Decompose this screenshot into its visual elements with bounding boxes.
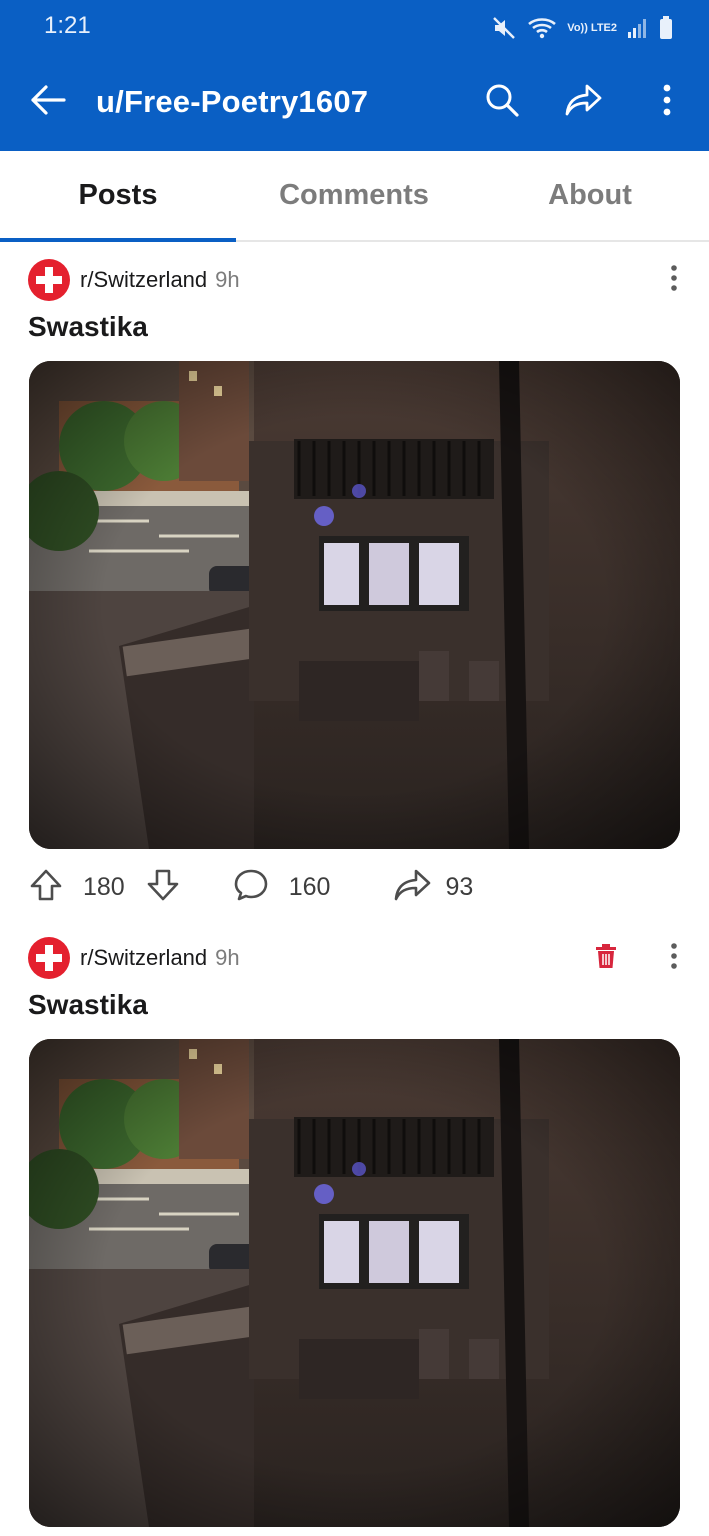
post-more-button[interactable]	[657, 263, 691, 297]
post-title[interactable]: Swastika	[28, 989, 148, 1021]
tab-posts[interactable]: Posts	[0, 151, 236, 242]
trash-icon	[596, 943, 616, 973]
more-vertical-icon	[670, 264, 678, 296]
post-age: 9h	[215, 267, 240, 292]
comment-bubble-icon	[233, 868, 269, 907]
share-icon	[394, 868, 432, 907]
status-icons: Vo)) LTE2	[491, 12, 673, 44]
post-actions: 180 160 93	[28, 863, 473, 911]
search-icon	[484, 82, 520, 123]
battery-icon	[659, 16, 673, 40]
back-button[interactable]	[26, 80, 70, 124]
app-bar: 1:21 Vo)) LTE2 u/Free-Poetry1607	[0, 0, 709, 151]
share-icon	[565, 83, 603, 122]
post-header: r/Switzerland 9h	[28, 937, 240, 979]
upvote-arrow-icon	[29, 868, 63, 907]
downvote-button[interactable]	[145, 868, 181, 907]
overflow-menu-button[interactable]	[645, 80, 689, 124]
status-time: 1:21	[44, 12, 91, 39]
post-image[interactable]	[29, 361, 680, 849]
post-age: 9h	[215, 945, 240, 970]
profile-tabs: Posts Comments About	[0, 151, 709, 242]
share-count: 93	[445, 872, 474, 901]
more-vertical-icon	[662, 84, 672, 121]
downvote-arrow-icon	[146, 868, 180, 907]
search-button[interactable]	[480, 80, 524, 124]
subreddit-name[interactable]: r/Switzerland	[80, 945, 207, 971]
post-title[interactable]: Swastika	[28, 311, 148, 343]
post-image[interactable]	[29, 1039, 680, 1527]
page-title: u/Free-Poetry1607	[96, 84, 369, 119]
comments-button[interactable]: 160	[233, 868, 331, 907]
subreddit-flag-icon[interactable]	[28, 259, 70, 301]
share-profile-button[interactable]	[562, 80, 606, 124]
mute-icon	[491, 15, 517, 41]
back-arrow-icon	[30, 84, 66, 121]
more-vertical-icon	[670, 942, 678, 974]
delete-post-button[interactable]	[589, 941, 623, 975]
tab-about[interactable]: About	[472, 151, 708, 240]
wifi-icon	[527, 16, 557, 40]
share-button[interactable]: 93	[394, 868, 473, 907]
comment-count: 160	[288, 872, 331, 901]
vote-count: 180	[83, 872, 125, 901]
post-more-button[interactable]	[657, 941, 691, 975]
post-header: r/Switzerland 9h	[28, 259, 240, 301]
network-label: Vo)) LTE2	[567, 21, 617, 34]
tab-comments[interactable]: Comments	[236, 151, 472, 240]
subreddit-flag-icon[interactable]	[28, 937, 70, 979]
post-card: r/Switzerland 9h Swastika	[0, 921, 709, 1536]
post-card: r/Switzerland 9h Swastika 180 160 93	[0, 243, 709, 923]
subreddit-name[interactable]: r/Switzerland	[80, 267, 207, 293]
upvote-button[interactable]	[28, 868, 64, 907]
signal-icon	[627, 17, 649, 39]
